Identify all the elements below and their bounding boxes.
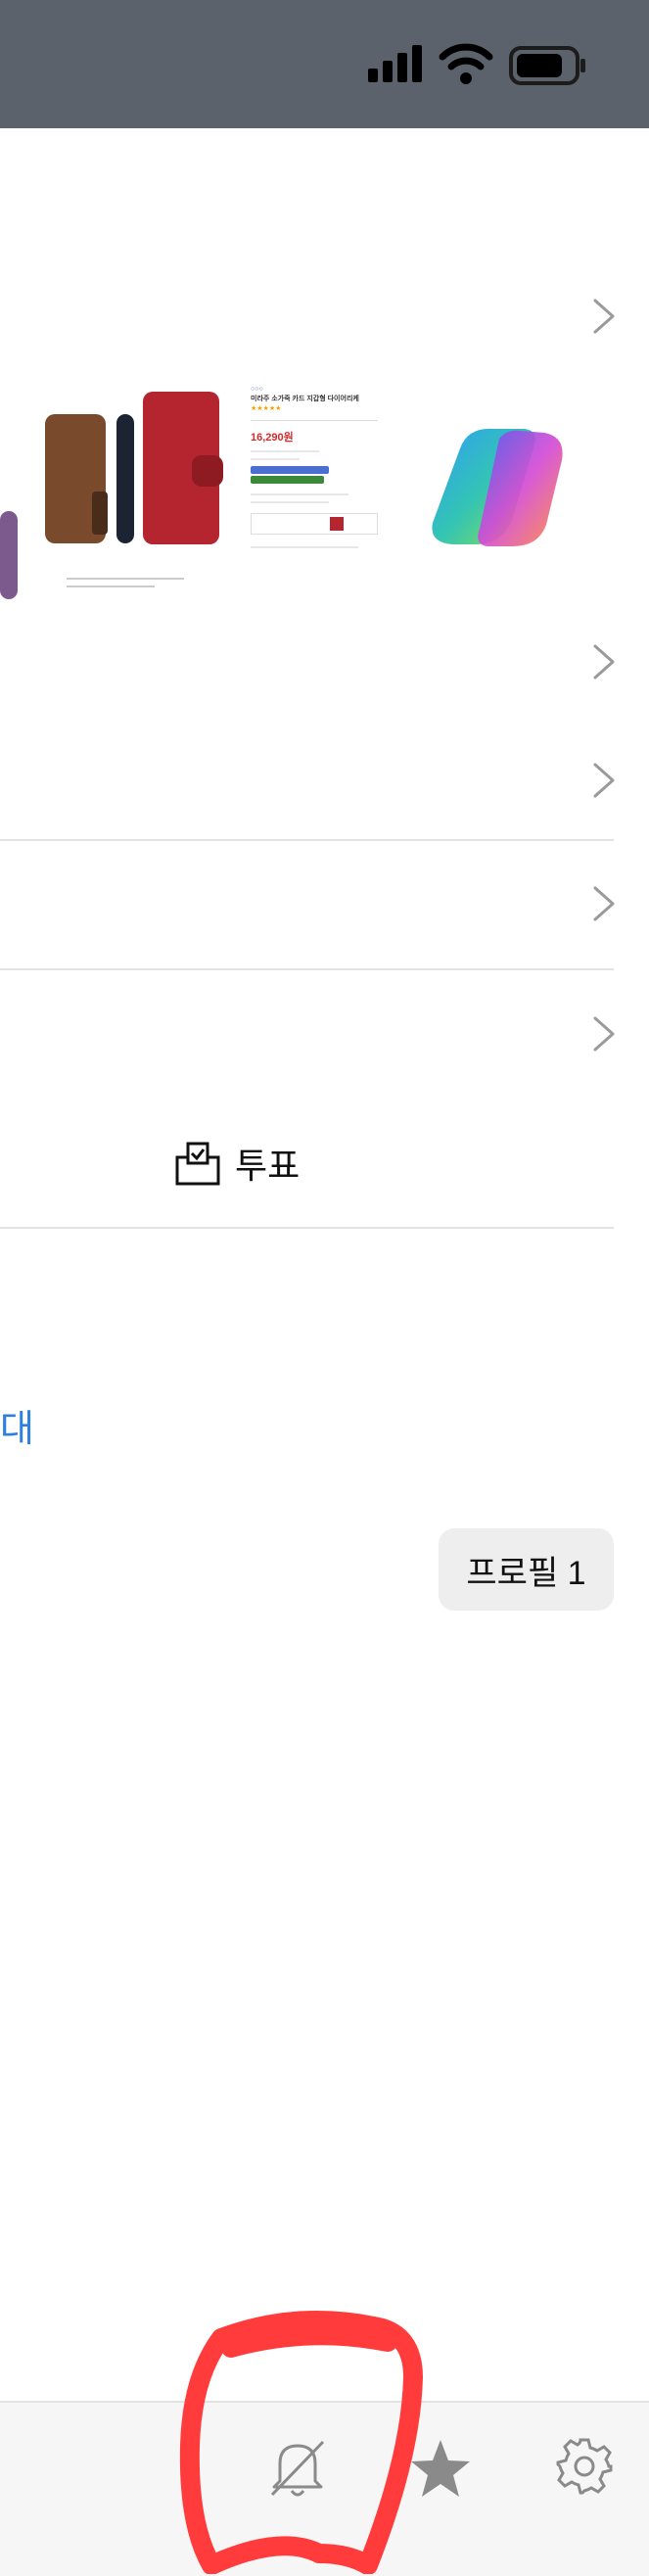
divider: [0, 1227, 614, 1229]
red-circle-annotation: [179, 2311, 423, 2574]
vote-label: 투표: [235, 1146, 301, 1186]
phone-case-purple-image: [0, 511, 18, 599]
product-caption-lines: [67, 574, 184, 603]
chevron-right-icon[interactable]: [587, 1014, 621, 1054]
phone-case-navy-image: [116, 414, 134, 543]
chevron-right-icon[interactable]: [587, 761, 621, 800]
divider: [0, 839, 614, 841]
phone-case-brown-strap: [92, 492, 108, 535]
product-info-panel: ○○○ 미라주 소가죽 카드 지갑형 다이어리케 ★★★★★ 16,290원: [251, 386, 378, 601]
vote-button[interactable]: 투표: [174, 1136, 321, 1191]
status-bar: [0, 0, 649, 128]
profile-chip[interactable]: 프로필 1: [439, 1528, 614, 1611]
expand-link[interactable]: 대: [0, 1398, 34, 1452]
product-title: 미라주 소가죽 카드 지갑형 다이어리케: [251, 396, 359, 402]
divider: [0, 968, 614, 970]
chevron-right-icon[interactable]: [587, 297, 621, 336]
gear-icon[interactable]: [554, 2436, 615, 2497]
cellular-signal-icon: [368, 45, 422, 82]
chevron-right-icon[interactable]: [587, 642, 621, 681]
product-preview[interactable]: ○○○ 미라주 소가죽 카드 지갑형 다이어리케 ★★★★★ 16,290원: [0, 382, 387, 607]
battery-icon: [509, 46, 585, 85]
copilot-logo-icon[interactable]: [419, 419, 576, 556]
ballot-box-icon: [175, 1142, 220, 1186]
product-price: 16,290원: [251, 432, 294, 444]
wifi-icon: [439, 43, 493, 84]
chevron-right-icon[interactable]: [587, 884, 621, 923]
phone-case-red-strap: [192, 455, 223, 487]
